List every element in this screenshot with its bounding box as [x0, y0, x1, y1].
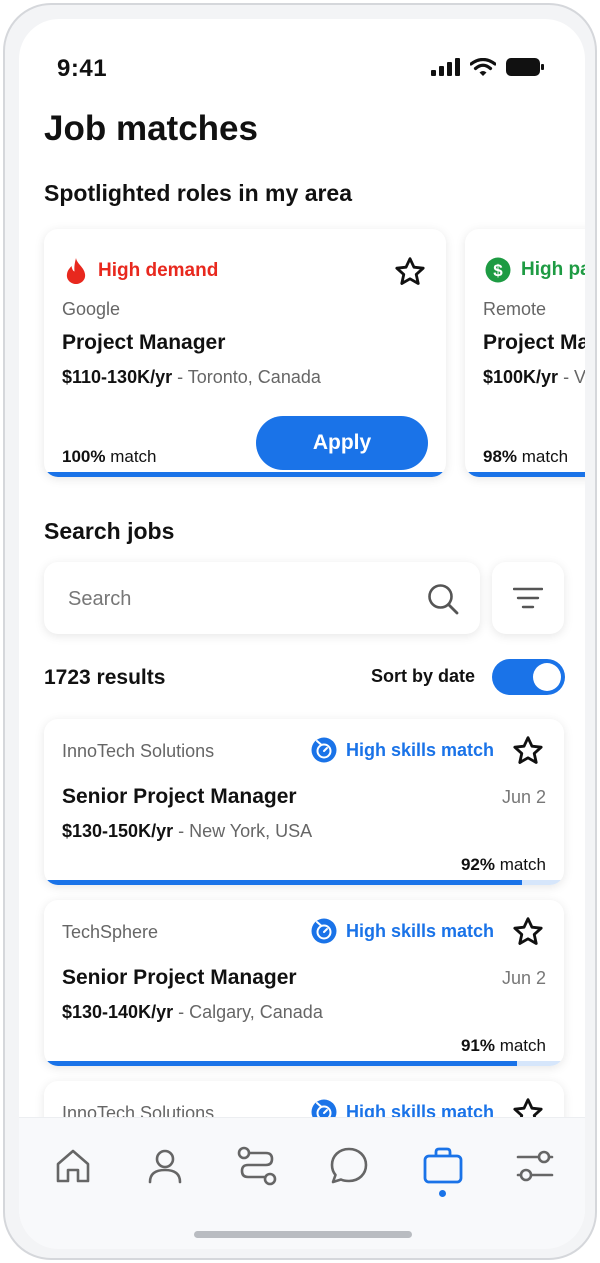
match-score: 92% match	[461, 855, 546, 875]
match-label: match	[517, 447, 569, 466]
status-icons	[431, 57, 545, 77]
target-icon	[311, 737, 337, 763]
skills-match-badge: High skills match	[311, 918, 494, 944]
nav-profile[interactable]	[143, 1144, 187, 1188]
profile-icon	[148, 1149, 182, 1184]
screen: 9:41 Job matches Spotlighted roles in my…	[19, 19, 585, 1249]
flame-icon	[66, 258, 86, 284]
sort-by-date-label: Sort by date	[371, 666, 476, 686]
home-indicator[interactable]	[194, 1231, 412, 1238]
salary-line: $130-140K/yr - Calgary, Canada	[62, 1002, 323, 1023]
match-value: 100%	[62, 447, 106, 466]
device-frame: 9:41 Job matches Spotlighted roles in my…	[3, 3, 597, 1260]
match-score: 98% match	[483, 447, 568, 467]
dollar-icon: $	[485, 257, 511, 283]
battery-icon	[506, 58, 544, 76]
match-value: 98%	[483, 447, 518, 466]
salary: $110-130K/yr	[62, 367, 173, 387]
salary: $130-150K/yr	[62, 821, 174, 841]
status-time: 9:41	[57, 55, 108, 82]
company-name: TechSphere	[62, 922, 159, 942]
active-tab-indicator	[439, 1190, 446, 1197]
nav-route[interactable]	[235, 1144, 279, 1188]
search-section-title: Search jobs	[44, 518, 175, 544]
company-name: Remote	[483, 299, 547, 319]
job-card[interactable]: TechSphere High skills match Senior Proj…	[44, 900, 564, 1066]
match-label: match	[494, 1036, 546, 1055]
wifi-icon	[470, 57, 496, 76]
favorite-star-button[interactable]	[510, 914, 546, 950]
location: - New York, USA	[173, 821, 313, 841]
filter-button[interactable]	[492, 562, 564, 634]
filter-icon	[513, 587, 543, 609]
home-icon	[56, 1149, 90, 1183]
star-icon	[395, 257, 425, 285]
match-label: match	[105, 447, 157, 466]
star-icon	[513, 917, 543, 945]
badge-label: High demand	[98, 260, 219, 281]
salary-line: $100K/yr - V	[483, 367, 585, 388]
page-title: Job matches	[44, 109, 258, 148]
toggle-knob	[533, 663, 561, 691]
chat-icon	[330, 1147, 368, 1184]
company-name: Google	[62, 299, 121, 319]
salary-line: $110-130K/yr - Toronto, Canada	[62, 367, 321, 388]
match-progress-fill	[44, 880, 523, 885]
spotlight-card[interactable]: $ High pa Remote Project Ma $100K/yr - V…	[465, 229, 585, 477]
posted-date: Jun 2	[501, 968, 546, 988]
role-title: Project Manager	[62, 331, 226, 354]
nav-settings[interactable]	[513, 1144, 557, 1188]
skills-match-badge: High skills match	[311, 737, 494, 763]
settings-icon	[516, 1150, 554, 1182]
salary-line: $130-150K/yr - New York, USA	[62, 821, 312, 842]
favorite-star-button[interactable]	[510, 733, 546, 769]
favorite-star-button[interactable]	[392, 254, 428, 290]
spotlight-card[interactable]: High demand Google Project Manager $110-…	[44, 229, 446, 477]
search-box[interactable]	[44, 562, 480, 634]
location: - Toronto, Canada	[172, 367, 321, 387]
job-title: Senior Project Manager	[62, 785, 297, 808]
high-demand-badge: High demand	[64, 257, 218, 285]
high-pay-badge: $ High pa	[485, 257, 585, 283]
route-icon	[237, 1146, 277, 1186]
salary: $130-140K/yr	[62, 1002, 174, 1022]
briefcase-icon	[423, 1147, 463, 1184]
sort-by-date-toggle[interactable]	[492, 659, 565, 695]
search-input[interactable]	[68, 584, 398, 614]
match-progress-fill	[44, 1061, 518, 1066]
salary: $100K/yr	[483, 367, 559, 387]
job-title: Senior Project Manager	[62, 966, 297, 989]
match-progress-bar	[465, 472, 585, 477]
match-score: 91% match	[461, 1036, 546, 1056]
results-count: 1723 results	[44, 666, 166, 689]
spotlight-section-title: Spotlighted roles in my area	[44, 180, 353, 206]
search-icon[interactable]	[426, 582, 460, 616]
match-progress-bar	[44, 472, 446, 477]
svg-text:$: $	[493, 261, 503, 280]
job-card[interactable]: InnoTech Solutions High skills match Sen…	[44, 719, 564, 885]
target-icon	[311, 918, 337, 944]
company-name: InnoTech Solutions	[62, 741, 215, 761]
badge-label: High pa	[521, 259, 585, 280]
star-icon	[513, 736, 543, 764]
badge-label: High skills match	[346, 920, 495, 941]
nav-jobs[interactable]	[421, 1144, 465, 1188]
match-label: match	[494, 855, 546, 874]
signal-icon	[431, 58, 460, 76]
location: - Calgary, Canada	[173, 1002, 323, 1022]
bottom-nav	[19, 1117, 585, 1249]
match-score: 100% match	[62, 447, 157, 467]
location: - V	[558, 367, 585, 387]
match-value: 92%	[460, 855, 495, 874]
posted-date: Jun 2	[501, 787, 546, 807]
badge-label: High skills match	[346, 739, 495, 760]
match-value: 91%	[460, 1036, 495, 1055]
apply-button[interactable]: Apply	[256, 416, 428, 470]
role-title: Project Ma	[483, 331, 585, 354]
nav-messages[interactable]	[327, 1144, 371, 1188]
nav-home[interactable]	[51, 1144, 95, 1188]
